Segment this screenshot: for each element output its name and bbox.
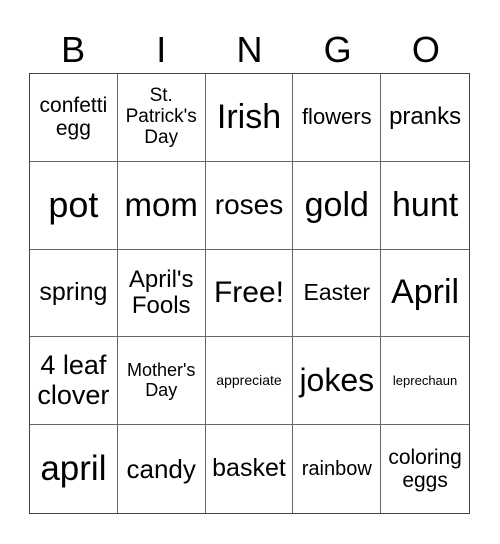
bingo-cell[interactable]: basket <box>206 425 294 513</box>
header-letter-i: I <box>156 29 167 70</box>
bingo-cell[interactable]: 4 leaf clover <box>30 337 118 426</box>
bingo-cell[interactable]: hunt <box>381 162 469 250</box>
cell-label: roses <box>214 188 284 220</box>
bingo-cell[interactable]: candy <box>118 425 206 513</box>
cell-label: pranks <box>389 103 462 131</box>
cell-label: Irish <box>216 97 282 136</box>
cell-label: jokes <box>299 362 375 399</box>
cell-label: St. Patrick's Day <box>125 85 197 148</box>
bingo-cell[interactable]: Mother's Day <box>117 337 206 426</box>
cell-label: april <box>40 448 107 488</box>
cell-label: spring <box>39 278 108 307</box>
bingo-cell[interactable]: flowers <box>293 74 382 162</box>
bingo-cell[interactable]: confetti egg <box>30 74 118 162</box>
cell-label: hunt <box>392 185 459 224</box>
bingo-cell[interactable]: pot <box>30 161 118 250</box>
bingo-cell[interactable]: pranks <box>381 74 469 162</box>
cell-label: gold <box>304 185 369 224</box>
bingo-grid: confetti egg St. Patrick's Day Irish flower… <box>29 73 470 514</box>
header-letter-o: O <box>411 29 440 70</box>
cell-label: April <box>391 273 460 312</box>
bingo-cell[interactable]: leprechaun <box>381 337 469 426</box>
bingo-header: B I N G O <box>29 28 470 72</box>
cell-label: pot <box>48 184 99 226</box>
cell-label: coloring eggs <box>388 446 462 493</box>
cell-label: April's Fools <box>128 265 194 319</box>
header-letter-b: B <box>61 29 86 70</box>
cell-label: leprechaun <box>392 372 458 388</box>
cell-label: Easter <box>303 279 371 306</box>
bingo-cell[interactable]: april <box>30 425 118 513</box>
cell-label: Mother's Day <box>126 359 196 400</box>
bingo-cell[interactable]: rainbow <box>293 425 382 513</box>
bingo-cell[interactable]: Easter <box>293 249 382 338</box>
bingo-cell[interactable]: appreciate <box>205 337 294 426</box>
free-space-cell[interactable]: Free! <box>205 249 294 338</box>
cell-label: 4 leaf clover <box>37 350 110 410</box>
bingo-cell[interactable]: Irish <box>205 74 294 162</box>
cell-label: candy <box>126 453 196 484</box>
header-letter-n: N <box>236 29 263 70</box>
cell-label: appreciate <box>216 372 282 389</box>
header-letter-g: G <box>323 29 352 70</box>
bingo-cell[interactable]: coloring eggs <box>381 425 469 513</box>
bingo-cell[interactable]: roses <box>205 161 294 250</box>
cell-label: Free! <box>213 276 284 310</box>
cell-label: flowers <box>301 104 372 130</box>
bingo-cell[interactable]: April <box>381 250 469 338</box>
bingo-cell[interactable]: gold <box>293 161 382 250</box>
bingo-cell[interactable]: mom <box>117 161 206 250</box>
bingo-cell[interactable]: St. Patrick's Day <box>117 74 206 162</box>
cell-label: rainbow <box>301 458 372 481</box>
bingo-cell[interactable]: spring <box>30 249 118 338</box>
cell-label: confetti egg <box>39 94 108 141</box>
cell-label: mom <box>124 186 198 224</box>
bingo-cell[interactable]: April's Fools <box>117 249 206 338</box>
bingo-cell[interactable]: jokes <box>293 337 382 426</box>
cell-label: basket <box>212 454 286 483</box>
